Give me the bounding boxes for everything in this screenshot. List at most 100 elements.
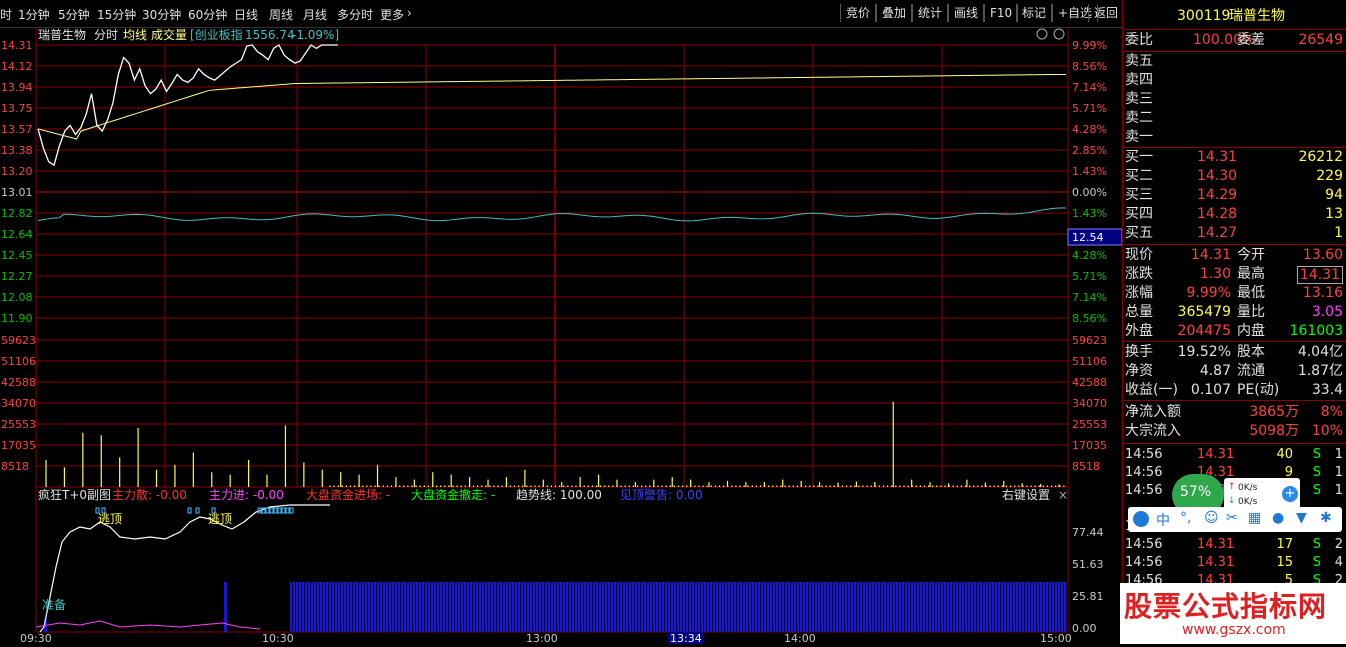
ime-toolbar[interactable]: 中 °, ☺ ✂ ▦ ● ▼ ✱ bbox=[1128, 507, 1342, 532]
auction-button[interactable]: 竞价 bbox=[840, 4, 877, 22]
indicator-bar bbox=[392, 582, 395, 632]
period-tab-day[interactable]: 日线 bbox=[234, 6, 258, 23]
ime-emoji-icon[interactable]: ☺ bbox=[1204, 510, 1219, 526]
flow-label: 净流入额 bbox=[1125, 404, 1181, 420]
speed-percent: 57% bbox=[1180, 484, 1212, 500]
period-tab-more[interactable]: 更多 bbox=[380, 6, 404, 23]
indicator-bar bbox=[350, 582, 353, 632]
chart-settings-icon[interactable] bbox=[1036, 28, 1065, 40]
period-tab-5min[interactable]: 5分钟 bbox=[58, 6, 90, 23]
ime-settings-icon[interactable]: ✱ bbox=[1320, 510, 1332, 526]
indicator-bar bbox=[359, 582, 362, 632]
overlay-button[interactable]: 叠加 bbox=[876, 4, 913, 22]
stat-label: 涨幅 bbox=[1125, 285, 1153, 301]
indicator-bar bbox=[941, 582, 944, 632]
indicator-bar bbox=[425, 582, 428, 632]
more-chevron-icon[interactable]: › bbox=[407, 6, 412, 20]
indicator-bar bbox=[863, 582, 866, 632]
ime-chinese-label[interactable]: 中 bbox=[1156, 510, 1170, 530]
indicator-bar bbox=[968, 582, 971, 632]
volume-tick-label: 59623 bbox=[1072, 334, 1107, 347]
intraday-chart-area[interactable]: 瑞普生物 分时 均线 成交量 [创业板指 1556.74 -1.09%] 14.… bbox=[0, 27, 1123, 645]
indicator-bar bbox=[758, 582, 761, 632]
period-tab-week[interactable]: 周线 bbox=[269, 6, 293, 23]
indicator-bar bbox=[692, 582, 695, 632]
indicator-bar bbox=[704, 582, 707, 632]
ime-keyboard-icon[interactable]: ▦ bbox=[1248, 510, 1261, 526]
price-tick-label: 13.01 bbox=[1, 186, 33, 199]
indicator-bar bbox=[761, 582, 764, 632]
indicator-bar bbox=[923, 582, 926, 632]
pct-tick-label: 1.43% bbox=[1072, 165, 1107, 178]
indicator-close-icon[interactable]: × bbox=[1058, 488, 1068, 502]
period-tab-fenshi[interactable]: 时 bbox=[0, 6, 12, 23]
fund-value: 19.52% bbox=[1177, 344, 1231, 360]
indicator-bar bbox=[614, 582, 617, 632]
quote-panel: 300119 瑞普生物 委比 100.00% 委差 26549 卖五 卖四 卖三 卖二… bbox=[1122, 0, 1346, 644]
indicator-bar bbox=[485, 582, 488, 632]
indicator-bar bbox=[581, 582, 584, 632]
indicator-bar bbox=[719, 582, 722, 632]
volume-tick-label: 25553 bbox=[1, 418, 36, 431]
back-button[interactable]: 返回 bbox=[1088, 4, 1125, 22]
quote-stat-row: 现价 14.31 今开 13.60 bbox=[1123, 246, 1346, 265]
ime-user-icon[interactable]: ● bbox=[1272, 510, 1284, 526]
mark-button[interactable]: 标记 bbox=[1016, 4, 1053, 22]
fund-flow-row: 净流入额 3865万 8% bbox=[1123, 403, 1346, 422]
indicator-bar bbox=[455, 582, 458, 632]
tick-count: 1 bbox=[1334, 447, 1343, 462]
indicator-item-label: 大盘资金进场: - bbox=[306, 487, 390, 502]
period-tab-15min[interactable]: 15分钟 bbox=[97, 6, 136, 23]
indicator-bar bbox=[584, 582, 587, 632]
volume-tick-label: 42588 bbox=[1, 376, 36, 389]
indicator-settings-label[interactable]: 右键设置 bbox=[1002, 487, 1050, 502]
period-tab-multi[interactable]: 多分时 bbox=[337, 6, 373, 23]
indicator-bar bbox=[452, 582, 455, 632]
indicator-bar bbox=[1025, 582, 1028, 632]
tick-side: S bbox=[1312, 483, 1321, 498]
fundamental-row: 换手 19.52% 股本 4.04亿 bbox=[1123, 343, 1346, 362]
indicator-bar bbox=[1034, 582, 1037, 632]
index-line bbox=[37, 207, 1067, 222]
indicator-bar bbox=[920, 582, 923, 632]
indicator-bar bbox=[623, 582, 626, 632]
period-tab-60min[interactable]: 60分钟 bbox=[188, 6, 227, 23]
f10-button[interactable]: F10 bbox=[984, 4, 1019, 22]
ime-punct-icon[interactable]: °, bbox=[1180, 510, 1191, 526]
indicator-bar bbox=[356, 582, 359, 632]
indicator-bar bbox=[434, 582, 437, 632]
fund-label: 换手 bbox=[1125, 344, 1153, 360]
stat-value: 9.99% bbox=[1186, 285, 1231, 301]
period-tab-month[interactable]: 月线 bbox=[303, 6, 327, 23]
indicator-bar bbox=[818, 582, 821, 632]
buy-level-row: 买三 14.29 94 bbox=[1123, 186, 1346, 205]
fund-value: 1.87亿 bbox=[1297, 363, 1343, 379]
intraday-chart-svg[interactable]: 瑞普生物 分时 均线 成交量 [创业板指 1556.74 -1.09%] 14.… bbox=[0, 27, 1123, 645]
period-tab-1min[interactable]: 1分钟 bbox=[18, 6, 50, 23]
indicator-bar bbox=[599, 582, 602, 632]
sell-level-row: 卖三 bbox=[1123, 90, 1346, 109]
tick-count: 2 bbox=[1334, 537, 1343, 552]
stat-label: 现价 bbox=[1125, 247, 1153, 263]
fund-label: 净资 bbox=[1125, 363, 1153, 379]
indicator-bar bbox=[812, 582, 815, 632]
indicator-bar bbox=[911, 582, 914, 632]
draw-button[interactable]: 画线 bbox=[948, 4, 985, 22]
ime-logo-icon[interactable] bbox=[1133, 511, 1149, 527]
boost-plus-icon[interactable]: + bbox=[1282, 486, 1298, 502]
indicator-bar bbox=[752, 582, 755, 632]
pct-tick-label: 8.56% bbox=[1072, 60, 1107, 73]
ime-scissors-icon[interactable]: ✂ bbox=[1226, 510, 1238, 526]
indicator-bar bbox=[896, 582, 899, 632]
price-tick-label: 13.94 bbox=[1, 81, 33, 94]
ime-skin-icon[interactable]: ▼ bbox=[1296, 510, 1307, 526]
period-tab-30min[interactable]: 30分钟 bbox=[142, 6, 181, 23]
index-value-label: 1556.74 bbox=[245, 28, 295, 42]
buy-level-price: 14.28 bbox=[1197, 206, 1238, 222]
banner-title: 股票公式指标网 bbox=[1124, 590, 1328, 623]
indicator-bar bbox=[947, 582, 950, 632]
flow-pct: 10% bbox=[1311, 423, 1343, 439]
tick-count: 4 bbox=[1334, 555, 1343, 570]
stats-button[interactable]: 统计 bbox=[912, 4, 949, 22]
indicator-bar bbox=[1064, 582, 1067, 632]
